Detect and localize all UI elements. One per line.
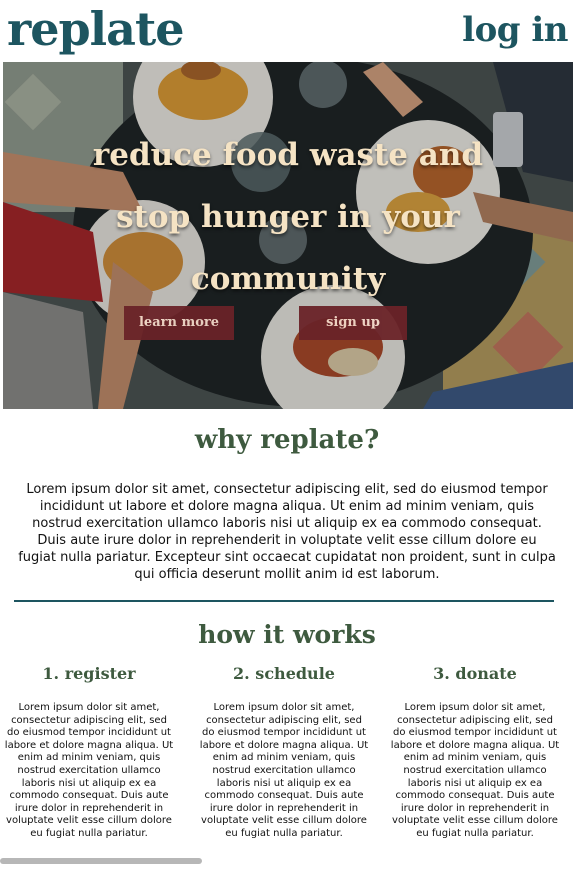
how-it-works-heading: how it works xyxy=(198,620,376,649)
step-register: 1. register Lorem ipsum dolor sit amet, … xyxy=(4,664,174,841)
step-text: Lorem ipsum dolor sit amet, consectetur … xyxy=(390,702,560,839)
step-title: 2. schedule xyxy=(233,664,335,683)
why-replate-heading: why replate? xyxy=(194,425,380,455)
horizontal-scrollbar[interactable] xyxy=(0,858,202,864)
step-text: Lorem ipsum dolor sit amet, consectetur … xyxy=(199,702,369,839)
step-title: 3. donate xyxy=(433,664,517,683)
why-replate-text: Lorem ipsum dolor sit amet, consectetur … xyxy=(18,482,556,582)
step-text: Lorem ipsum dolor sit amet, consectetur … xyxy=(4,702,174,839)
site-logo[interactable]: replate xyxy=(7,2,184,56)
section-divider xyxy=(14,600,554,602)
site-header: replate log in xyxy=(0,0,574,62)
learn-more-button[interactable]: learn more xyxy=(124,306,234,340)
step-schedule: 2. schedule Lorem ipsum dolor sit amet, … xyxy=(199,664,369,841)
sign-up-button[interactable]: sign up xyxy=(299,306,407,340)
step-donate: 3. donate Lorem ipsum dolor sit amet, co… xyxy=(390,664,560,841)
hero-headline: reduce food waste and stop hunger in you… xyxy=(92,137,484,297)
step-title: 1. register xyxy=(42,664,136,683)
hero-banner: reduce food waste and stop hunger in you… xyxy=(3,62,573,409)
login-link[interactable]: log in xyxy=(462,10,568,50)
